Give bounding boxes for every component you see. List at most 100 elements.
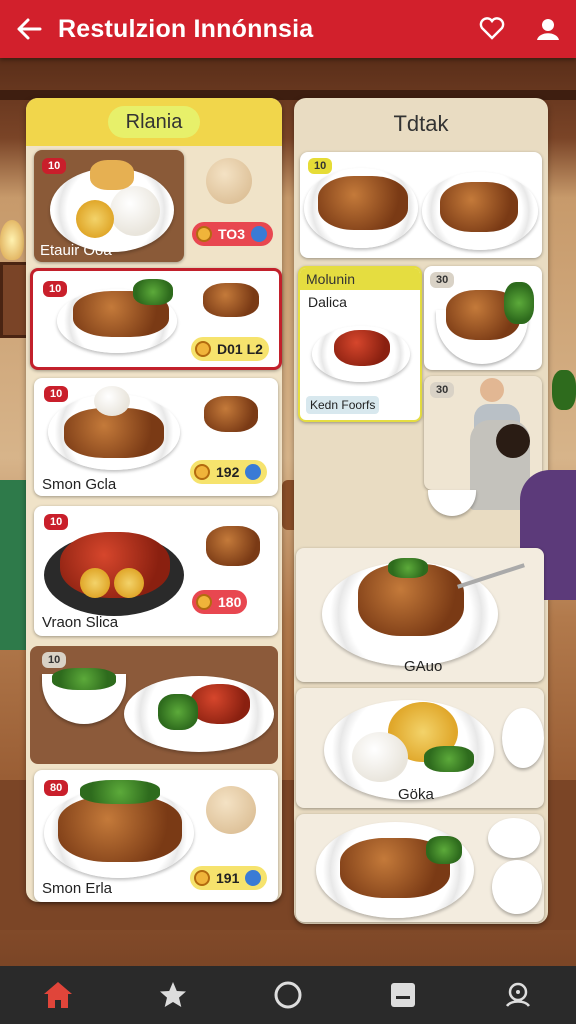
app-header: Restulzion Innónnsia: [0, 0, 576, 58]
menu-item-card[interactable]: 10 Vraon Slica 180: [34, 506, 278, 636]
vegetable-image: [158, 694, 198, 730]
menu-item-card[interactable]: [296, 814, 544, 922]
nav-favorites[interactable]: [143, 966, 203, 1024]
home-icon: [43, 982, 72, 1008]
menu-item-card[interactable]: 30: [424, 266, 542, 370]
globe-icon: [250, 226, 267, 242]
price-tag: 191: [190, 866, 268, 890]
bowl-image: [492, 860, 542, 914]
bowl-image: [502, 708, 544, 768]
item-badge: 80: [44, 780, 69, 796]
nav-center[interactable]: [258, 966, 318, 1024]
item-badge: 30: [430, 272, 455, 288]
back-button[interactable]: [0, 0, 58, 58]
item-label: Smon Gcla: [42, 476, 117, 493]
page-title: Restulzion Innónnsia: [58, 14, 314, 43]
menu-item-card[interactable]: 10: [30, 646, 278, 764]
customer-head: [496, 424, 530, 458]
rendang-image: [190, 684, 250, 724]
grilled-meat-image: [318, 176, 408, 230]
coin-icon: [194, 870, 210, 886]
item-badge: 10: [42, 652, 67, 668]
item-label: Vraon Slica: [42, 614, 119, 631]
greens-image: [133, 279, 173, 305]
price-text: D01 L2: [217, 341, 263, 357]
card-subtitle: Dalica: [308, 294, 347, 310]
item-label: GAuo: [404, 658, 443, 675]
fried-fish-image: [204, 396, 258, 432]
salad-image: [52, 668, 116, 690]
menu-item-card[interactable]: 10 D01 L2: [30, 268, 282, 370]
coin-icon: [194, 464, 210, 480]
circle-icon: [274, 981, 302, 1009]
plant: [552, 370, 576, 410]
greens-image: [504, 282, 534, 324]
favorite-button[interactable]: [464, 0, 520, 58]
item-badge: 10: [42, 158, 67, 174]
price-text: 192: [216, 464, 240, 480]
globe-icon: [245, 464, 262, 480]
bowl-image: [488, 818, 540, 858]
bread-image: [206, 786, 256, 834]
item-badge: 10: [308, 158, 333, 174]
price-tag: D01 L2: [191, 337, 269, 361]
herb-image: [388, 558, 428, 578]
star-icon: [159, 982, 186, 1007]
fried-fish-image: [206, 526, 260, 566]
price-text: 191: [216, 870, 240, 886]
menu-item-card[interactable]: 80 Smon Erla 191: [34, 770, 278, 902]
nav-home[interactable]: [28, 966, 88, 1024]
item-badge: 10: [43, 281, 68, 297]
item-badge: 10: [44, 514, 69, 530]
potato-image: [114, 568, 144, 598]
item-label: Göka: [398, 786, 434, 803]
menu-item-card[interactable]: Göka: [296, 688, 544, 808]
diner-figure-left: [0, 480, 26, 650]
card-footer: Kedn Foorfs: [306, 396, 380, 414]
rice-image: [352, 732, 408, 782]
egg-image: [76, 200, 114, 238]
greens-image: [80, 780, 160, 804]
nav-location[interactable]: [488, 966, 548, 1024]
card-icon: [391, 983, 416, 1007]
rice-image: [94, 386, 130, 416]
profile-button[interactable]: [520, 0, 576, 58]
noodle-image: [90, 160, 134, 190]
item-badge: 10: [44, 386, 69, 402]
lamp: [0, 220, 24, 260]
noodle-dish-image: [58, 796, 182, 862]
sambal-image: [334, 330, 390, 366]
price-tag: TO3: [192, 222, 273, 246]
nav-card[interactable]: [373, 966, 433, 1024]
broccoli-image: [426, 836, 462, 864]
waiter-head: [480, 378, 504, 402]
price-text: 180: [218, 594, 242, 610]
coin-icon: [196, 594, 212, 610]
bottom-nav: [0, 966, 576, 1024]
price-tag: 192: [190, 460, 268, 484]
coin-icon: [196, 226, 212, 242]
price-text: TO3: [218, 226, 245, 242]
heart-icon: [479, 17, 505, 40]
menu-item-card[interactable]: GAuo: [296, 548, 544, 682]
herb-image: [424, 746, 474, 772]
menu-item-card[interactable]: 10: [300, 152, 542, 258]
fried-fish-image: [203, 283, 259, 317]
price-tag: 180: [192, 590, 248, 614]
globe-icon: [245, 870, 262, 886]
stir-fry-image: [440, 182, 518, 232]
menu-item-card[interactable]: 10 Smon Gcla 192: [34, 378, 278, 496]
menu-item-card[interactable]: 10 Etauir Ooa: [34, 150, 184, 262]
item-label: Smon Erla: [42, 880, 113, 897]
card-tag: Molunin: [306, 271, 356, 287]
item-badge: 30: [430, 382, 455, 398]
rice-image: [110, 186, 160, 236]
coin-icon: [195, 341, 211, 357]
tab-rlania[interactable]: Rlania: [108, 106, 200, 138]
arrow-left-icon: [17, 18, 42, 40]
user-icon: [537, 19, 559, 40]
right-panel-title: Tdtak: [393, 111, 449, 136]
menu-item-card[interactable]: Molunin Dalica Kedn Foorfs: [298, 266, 422, 422]
bread-image: [206, 158, 252, 204]
item-label: Etauir Ooa: [40, 242, 112, 259]
